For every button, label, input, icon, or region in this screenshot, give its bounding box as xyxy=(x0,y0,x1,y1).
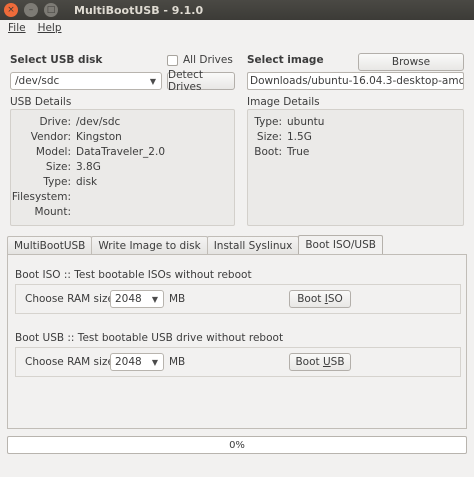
tab-write-image[interactable]: Write Image to disk xyxy=(91,236,208,254)
usb-detail-row: Type: disk xyxy=(11,175,165,190)
select-image-label: Select image xyxy=(247,54,324,66)
usb-detail-value: Kingston xyxy=(76,131,122,143)
boot-iso-button[interactable]: Boot I SO xyxy=(289,290,351,308)
usb-disk-dropdown[interactable]: /dev/sdc ▼ xyxy=(10,72,162,90)
image-details-list: Type: ubuntu Size: 1.5G Boot: True xyxy=(248,115,324,160)
boot-iso-button-pre: Boot xyxy=(297,293,325,305)
usb-detail-key: Vendor: xyxy=(30,131,71,143)
image-detail-row: Boot: True xyxy=(248,145,324,160)
boot-usb-button-post: SB xyxy=(330,356,345,368)
usb-details-label: USB Details xyxy=(10,96,72,108)
menu-file-label: File xyxy=(8,22,26,34)
boot-usb-button-pre: Boot xyxy=(295,356,323,368)
boot-usb-button[interactable]: Boot U SB xyxy=(289,353,351,371)
boot-usb-frame: Choose RAM size: 2048 ▼ MB Boot U SB xyxy=(15,347,461,377)
usb-detail-key: Mount: xyxy=(34,206,71,218)
image-detail-key: Boot: xyxy=(254,146,282,158)
boot-iso-unit: MB xyxy=(169,293,186,305)
usb-detail-key: Type: xyxy=(43,176,71,188)
chevron-down-icon: ▼ xyxy=(149,76,156,86)
menu-bar: File Help xyxy=(0,20,474,36)
tab-boot-iso-usb[interactable]: Boot ISO/USB xyxy=(298,235,383,254)
image-details-box: Type: ubuntu Size: 1.5G Boot: True xyxy=(247,109,464,226)
chevron-down-icon: ▼ xyxy=(151,357,158,367)
usb-details-box: Drive: /dev/sdc Vendor: Kingston Model: Dat… xyxy=(10,109,235,226)
tab-multibootusb[interactable]: MultiBootUSB xyxy=(7,236,93,254)
boot-iso-title: Boot ISO :: Test bootable ISOs without r… xyxy=(15,269,252,281)
usb-detail-key: Model: xyxy=(35,146,71,158)
boot-iso-ram-value: 2048 xyxy=(115,293,142,305)
usb-detail-value: DataTraveler_2.0 xyxy=(76,146,166,158)
usb-disk-value: /dev/sdc xyxy=(15,75,60,87)
image-detail-value: True xyxy=(287,146,310,158)
usb-detail-key: Drive: xyxy=(39,116,71,128)
image-detail-row: Size: 1.5G xyxy=(248,130,324,145)
progress-bar: 0% xyxy=(7,436,467,454)
boot-iso-usb-panel: Boot ISO :: Test bootable ISOs without r… xyxy=(7,254,467,429)
usb-details-list: Drive: /dev/sdc Vendor: Kingston Model: Dat… xyxy=(11,115,165,220)
usb-detail-row: Size: 3.8G xyxy=(11,160,165,175)
boot-usb-title: Boot USB :: Test bootable USB drive with… xyxy=(15,332,284,344)
image-detail-row: Type: ubuntu xyxy=(248,115,324,130)
boot-usb-ram-value: 2048 xyxy=(115,356,142,368)
usb-detail-value: /dev/sdc xyxy=(76,116,121,128)
image-detail-key: Size: xyxy=(256,131,282,143)
tab-bar: MultiBootUSB Write Image to disk Install… xyxy=(7,235,383,254)
image-path-field[interactable]: Downloads/ubuntu-16.04.3-desktop-amd64.i… xyxy=(247,72,464,90)
boot-usb-unit: MB xyxy=(169,356,186,368)
chevron-down-icon: ▼ xyxy=(151,294,158,304)
usb-detail-row: Mount: xyxy=(11,205,165,220)
boot-usb-ram-label: Choose RAM size: xyxy=(25,356,118,368)
boot-iso-button-post: SO xyxy=(327,293,343,305)
detect-drives-button[interactable]: Detect Drives xyxy=(167,69,235,93)
tab-install-syslinux[interactable]: Install Syslinux xyxy=(206,236,300,254)
all-drives-checkbox[interactable]: All Drives xyxy=(167,54,233,66)
browse-button[interactable]: Browse xyxy=(358,53,464,71)
window-title: MultiBootUSB - 9.1.0 xyxy=(74,3,204,17)
usb-detail-value: 3.8G xyxy=(76,161,101,173)
select-usb-label: Select USB disk xyxy=(10,54,103,66)
boot-usb-button-mnemonic: U xyxy=(322,356,331,368)
title-bar: × – □ MultiBootUSB - 9.1.0 xyxy=(0,0,474,20)
usb-detail-key: Filesystem: xyxy=(11,191,71,203)
image-detail-value: 1.5G xyxy=(287,131,312,143)
menu-help-label: Help xyxy=(37,22,62,34)
app-window: × – □ MultiBootUSB - 9.1.0 File Help Sel… xyxy=(0,0,474,477)
menu-help[interactable]: Help xyxy=(38,22,62,34)
usb-detail-row: Drive: /dev/sdc xyxy=(11,115,165,130)
usb-detail-row: Model: DataTraveler_2.0 xyxy=(11,145,165,160)
boot-iso-frame: Choose RAM size: 2048 ▼ MB Boot I SO xyxy=(15,284,461,314)
menu-file[interactable]: File xyxy=(8,22,26,34)
boot-usb-ram-dropdown[interactable]: 2048 ▼ xyxy=(110,353,164,371)
progress-text: 0% xyxy=(229,439,245,451)
all-drives-label: All Drives xyxy=(183,54,233,66)
close-icon[interactable]: × xyxy=(4,3,18,17)
usb-detail-row: Filesystem: xyxy=(11,190,165,205)
usb-detail-value: disk xyxy=(76,176,98,188)
maximize-icon[interactable]: □ xyxy=(44,3,58,17)
usb-detail-value xyxy=(71,205,76,220)
boot-iso-ram-dropdown[interactable]: 2048 ▼ xyxy=(110,290,164,308)
image-detail-value: ubuntu xyxy=(287,116,325,128)
boot-iso-ram-label: Choose RAM size: xyxy=(25,293,118,305)
image-details-label: Image Details xyxy=(247,96,320,108)
usb-detail-row: Vendor: Kingston xyxy=(11,130,165,145)
image-detail-key: Type: xyxy=(254,116,282,128)
usb-detail-key: Size: xyxy=(45,161,71,173)
minimize-icon[interactable]: – xyxy=(24,3,38,17)
usb-detail-value xyxy=(71,190,76,205)
all-drives-checkbox-box[interactable] xyxy=(167,54,178,66)
